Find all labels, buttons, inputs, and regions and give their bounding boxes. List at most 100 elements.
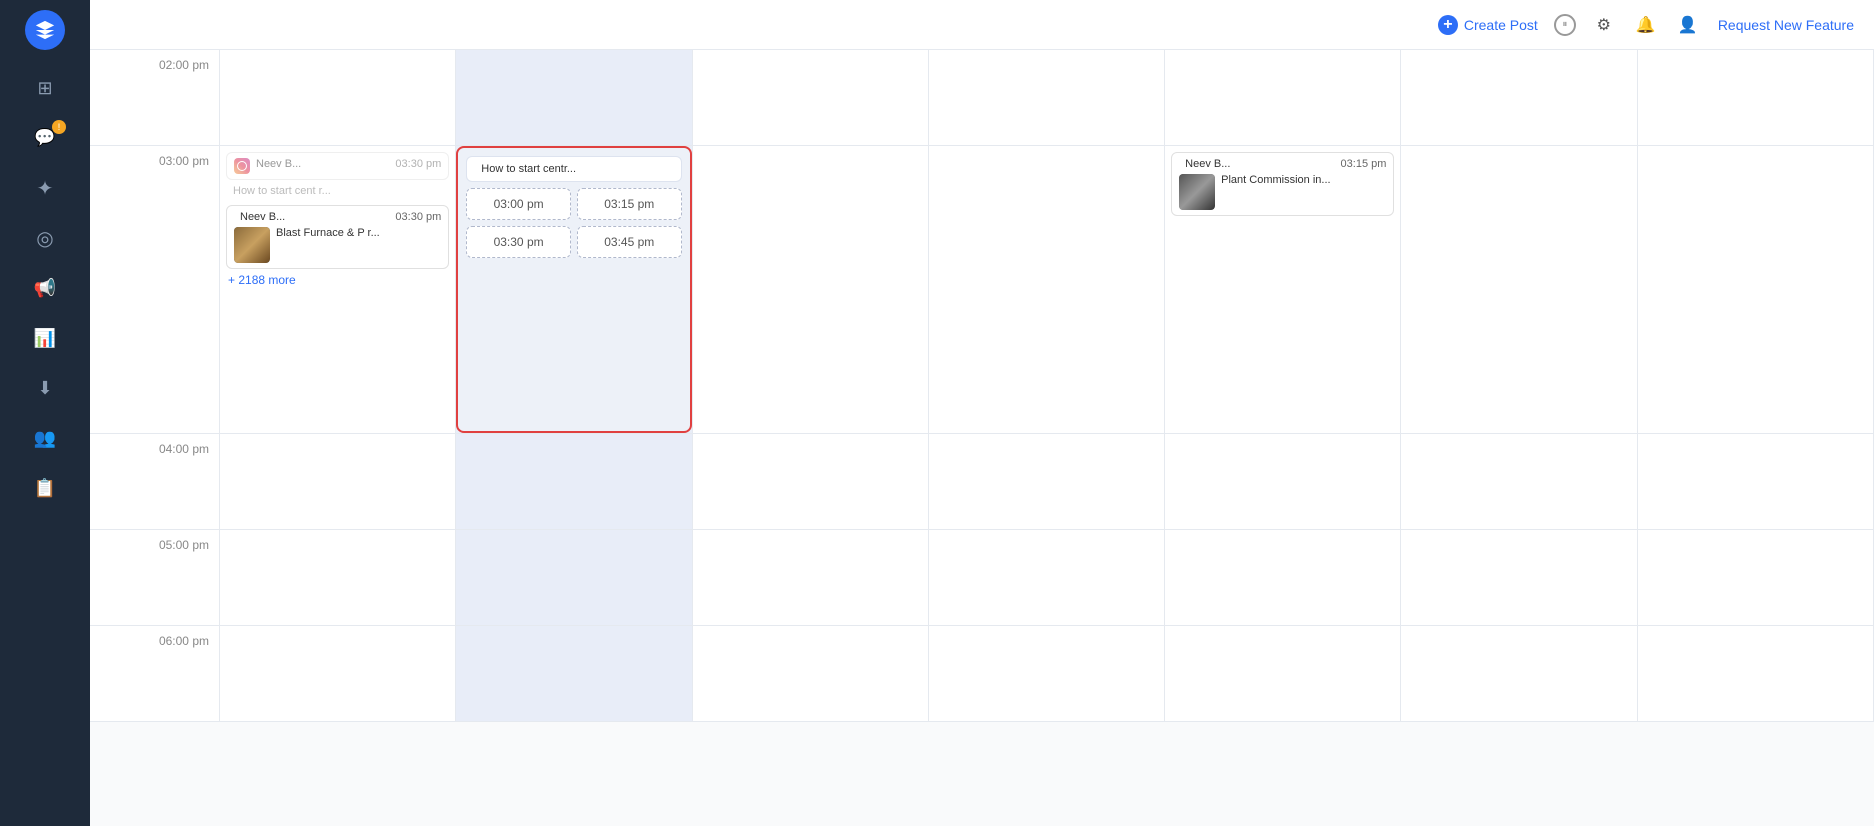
cell-6pm-col5 [1165,626,1401,722]
calendar-grid: 02:00 pm 03:00 pm Neev B... 03:30 pm [90,50,1874,722]
cell-6pm-col2 [456,626,692,722]
instagram-icon-faded [234,158,250,174]
network-icon: ✦ [37,176,54,201]
pause-icon[interactable]: ⏸ [1554,14,1576,36]
event-card-blast[interactable]: Neev B... 03:30 pm Blast Furnace & P r..… [226,205,449,269]
time-label-5pm: 05:00 pm [90,530,220,626]
sidebar-item-network[interactable]: ✦ [20,166,70,210]
posts-badge: ! [52,120,66,134]
sidebar: ⊞ 💬 ! ✦ ◎ 📢 📊 ⬇ 👥 📋 [0,0,90,826]
cell-4pm-col3 [693,434,929,530]
cell-3pm-col4 [929,146,1165,434]
notifications-icon[interactable]: 🔔 [1632,11,1660,39]
cell-2pm-col4 [929,50,1165,146]
popup-title: How to start centr... [481,163,576,175]
event-plant-header: Neev B... 03:15 pm [1179,158,1386,170]
sidebar-item-reports[interactable]: 📋 [20,466,70,510]
create-post-button[interactable]: + Create Post [1438,15,1538,35]
event-account-blast: Neev B... [240,211,389,223]
sidebar-item-team[interactable]: 👥 [20,416,70,460]
cell-4pm-col6 [1401,434,1637,530]
popup-header[interactable]: How to start centr... [466,156,681,182]
cell-3pm-col7 [1638,146,1874,434]
sidebar-item-export[interactable]: ⬇ [20,366,70,410]
cell-2pm-col1 [220,50,456,146]
targeting-icon: ◎ [36,226,53,251]
time-label-4pm: 04:00 pm [90,434,220,530]
sidebar-item-analytics[interactable]: 📊 [20,316,70,360]
export-icon: ⬇ [37,378,52,399]
cell-6pm-col6 [1401,626,1637,722]
event-account-plant: Neev B... [1185,158,1334,170]
dashboard-icon: ⊞ [37,78,52,99]
sidebar-item-targeting[interactable]: ◎ [20,216,70,260]
event-blast-body: Blast Furnace & P r... [234,227,441,263]
event-time-faded: 03:30 pm [395,158,441,170]
popup-panel: How to start centr... 03:00 pm 03:15 pm … [456,146,691,433]
request-feature-link[interactable]: Request New Feature [1718,17,1854,33]
event-title-blast: Blast Furnace & P r... [276,227,380,263]
event-card-plant[interactable]: Neev B... 03:15 pm Plant Commission in..… [1171,152,1394,216]
cell-3pm-col5: Neev B... 03:15 pm Plant Commission in..… [1165,146,1401,434]
event-time-plant: 03:15 pm [1341,158,1387,170]
settings-icon[interactable]: ⚙ [1590,11,1618,39]
sidebar-item-posts[interactable]: 💬 ! [20,116,70,160]
cell-5pm-col6 [1401,530,1637,626]
cell-5pm-col3 [693,530,929,626]
sidebar-item-dashboard[interactable]: ⊞ [20,66,70,110]
sidebar-item-campaigns[interactable]: 📢 [20,266,70,310]
time-label-6pm: 06:00 pm [90,626,220,722]
cell-6pm-col1 [220,626,456,722]
popup-time-slot-3[interactable]: 03:30 pm [466,226,571,258]
topbar-icons: ⏸ ⚙ 🔔 👤 [1554,11,1702,39]
cell-6pm-col4 [929,626,1165,722]
event-time-blast: 03:30 pm [395,211,441,223]
plant-thumbnail [1179,174,1215,210]
cell-3pm-col1: Neev B... 03:30 pm How to start cent r..… [220,146,456,434]
event-card-faded[interactable]: Neev B... 03:30 pm [226,152,449,180]
more-events-link[interactable]: + 2188 more [226,269,449,291]
cell-4pm-col4 [929,434,1165,530]
cell-5pm-col1 [220,530,456,626]
calendar-container: 02:00 pm 03:00 pm Neev B... 03:30 pm [90,50,1874,826]
create-post-label: Create Post [1464,17,1538,33]
cell-6pm-col3 [693,626,929,722]
event-account-faded: Neev B... [256,158,389,170]
popup-time-slot-2[interactable]: 03:15 pm [577,188,682,220]
cell-2pm-col3 [693,50,929,146]
analytics-icon: 📊 [34,328,56,349]
cell-5pm-col2 [456,530,692,626]
cell-2pm-col5 [1165,50,1401,146]
cell-6pm-col7 [1638,626,1874,722]
event-title-faded: How to start cent r... [226,183,449,201]
event-plant-body: Plant Commission in... [1179,174,1386,210]
popup-time-slot-1[interactable]: 03:00 pm [466,188,571,220]
topbar: + Create Post ⏸ ⚙ 🔔 👤 Request New Featur… [90,0,1874,50]
event-card-blast-header: Neev B... 03:30 pm [234,211,441,223]
cell-2pm-col2 [456,50,692,146]
cell-4pm-col5 [1165,434,1401,530]
cell-3pm-col2: How to start centr... 03:00 pm 03:15 pm … [456,146,692,434]
cell-4pm-col7 [1638,434,1874,530]
user-icon[interactable]: 👤 [1674,11,1702,39]
cell-5pm-col7 [1638,530,1874,626]
time-label-3pm: 03:00 pm [90,146,220,434]
popup-time-slot-4[interactable]: 03:45 pm [577,226,682,258]
cell-2pm-col7 [1638,50,1874,146]
cell-4pm-col2 [456,434,692,530]
plus-circle-icon: + [1438,15,1458,35]
cell-5pm-col5 [1165,530,1401,626]
popup-empty-space [466,264,681,423]
reports-icon: 📋 [34,478,56,499]
cell-4pm-col1 [220,434,456,530]
cell-3pm-col3 [693,146,929,434]
time-label-2pm: 02:00 pm [90,50,220,146]
cell-3pm-col6 [1401,146,1637,434]
cell-5pm-col4 [929,530,1165,626]
event-title-plant: Plant Commission in... [1221,174,1330,210]
popup-time-grid: 03:00 pm 03:15 pm 03:30 pm 03:45 pm [466,188,681,258]
event-card-faded-content: Neev B... [256,158,389,170]
main-area: + Create Post ⏸ ⚙ 🔔 👤 Request New Featur… [90,0,1874,826]
sidebar-logo[interactable] [25,10,65,50]
team-icon: 👥 [34,428,56,449]
